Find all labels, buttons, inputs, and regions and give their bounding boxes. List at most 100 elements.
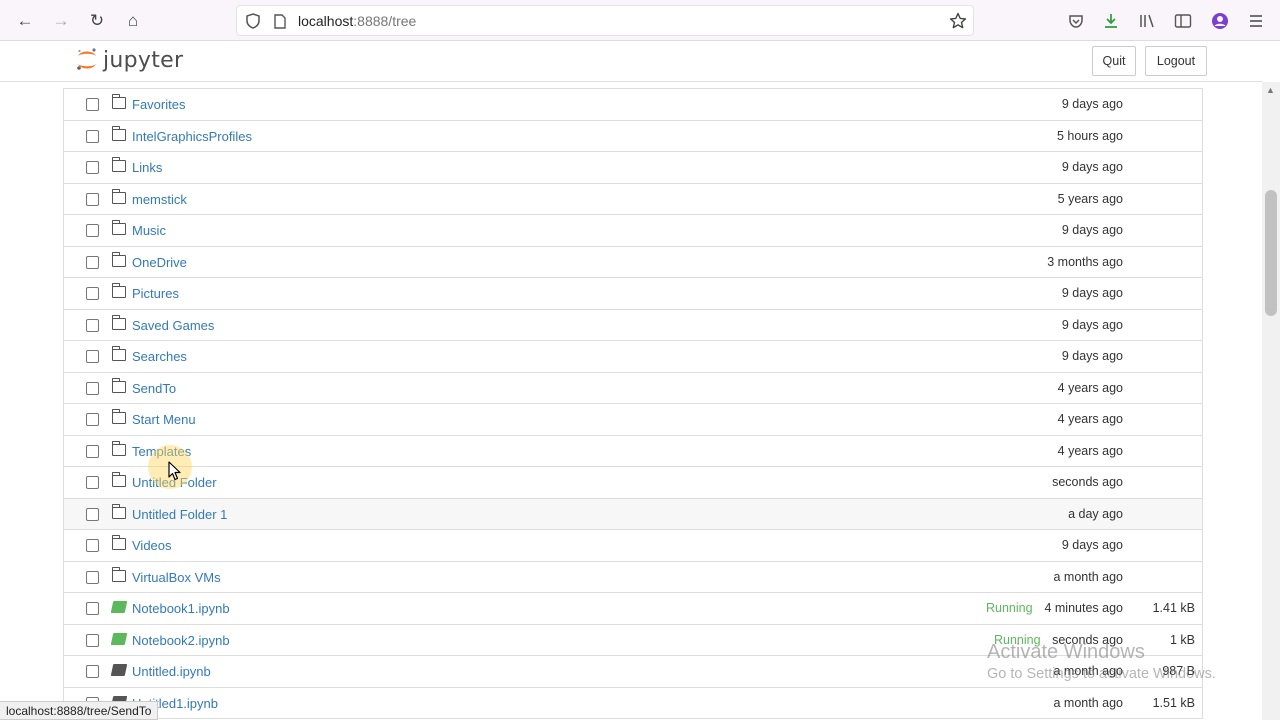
folder-icon (111, 503, 126, 519)
file-name-link[interactable]: VirtualBox VMs (132, 570, 221, 585)
file-name-link[interactable]: Notebook2.ipynb (132, 633, 230, 648)
row-checkbox[interactable] (86, 413, 99, 426)
last-modified: 3 months ago (1047, 254, 1123, 269)
file-row[interactable]: Saved Games 9 days ago (64, 309, 1202, 341)
file-row[interactable]: Templates 4 years ago (64, 435, 1202, 467)
file-row[interactable]: IntelGraphicsProfiles 5 hours ago (64, 120, 1202, 152)
last-modified: 9 days ago (1061, 223, 1123, 237)
file-name-link[interactable]: Saved Games (132, 318, 214, 333)
file-row[interactable]: Untitled1.ipynb a month ago 1.51 kB (64, 687, 1202, 719)
row-checkbox[interactable] (86, 539, 99, 552)
sidebar-icon[interactable] (1172, 10, 1194, 32)
last-modified: a month ago (1053, 569, 1124, 584)
file-row[interactable]: Start Menu 4 years ago (64, 404, 1202, 436)
file-size: 1 kB (1169, 632, 1195, 647)
file-name-link[interactable]: Favorites (132, 97, 185, 112)
folder-icon (111, 440, 126, 456)
file-row[interactable]: Untitled Folder seconds ago (64, 467, 1202, 499)
jupyter-logo-text: jupyter (103, 47, 184, 73)
jupyter-header: jupyter Quit Logout (0, 41, 1262, 82)
row-checkbox[interactable] (86, 665, 99, 678)
quit-button[interactable]: Quit (1092, 46, 1136, 76)
file-name-link[interactable]: memstick (132, 192, 187, 207)
running-notebook-icon (110, 601, 128, 613)
file-name-link[interactable]: Pictures (132, 286, 179, 301)
row-checkbox[interactable] (86, 444, 99, 458)
link-status-url: localhost:8888/tree/SendTo (0, 701, 159, 720)
menu-icon[interactable] (1245, 10, 1267, 32)
last-modified: 9 days ago (1061, 538, 1123, 552)
row-checkbox[interactable] (86, 602, 99, 615)
file-name-link[interactable]: Untitled.ipynb (132, 664, 211, 679)
file-row[interactable]: VirtualBox VMs a month ago (64, 561, 1202, 593)
last-modified: seconds ago (1052, 475, 1123, 489)
row-checkbox[interactable] (86, 476, 99, 489)
row-checkbox[interactable] (86, 507, 99, 521)
last-modified: 9 days ago (1061, 97, 1123, 111)
last-modified: 4 years ago (1057, 412, 1123, 426)
file-size: 1.51 kB (1152, 695, 1195, 710)
folder-icon (111, 377, 126, 393)
file-name-link[interactable]: Links (132, 160, 162, 175)
row-checkbox[interactable] (86, 381, 99, 395)
file-row[interactable]: Untitled Folder 1 a day ago (64, 498, 1202, 530)
folder-icon (111, 409, 126, 424)
library-icon[interactable] (1137, 10, 1159, 32)
row-checkbox[interactable] (86, 570, 99, 584)
jupyter-logo[interactable]: jupyter (76, 47, 183, 73)
last-modified: 9 days ago (1061, 160, 1123, 174)
file-row[interactable]: Searches 9 days ago (64, 341, 1202, 373)
home-button[interactable]: ⌂ (120, 8, 146, 34)
last-modified: 5 hours ago (1056, 128, 1123, 143)
jupyter-logo-icon (76, 47, 98, 73)
file-name-link[interactable]: Untitled Folder 1 (132, 507, 227, 522)
forward-button[interactable]: → (48, 8, 74, 34)
folder-icon (111, 314, 126, 330)
scrollbar-thumb[interactable] (1265, 190, 1277, 316)
row-checkbox[interactable] (86, 255, 99, 269)
file-name-link[interactable]: Start Menu (132, 412, 196, 427)
scroll-up-arrow-icon[interactable]: ▲ (1266, 85, 1275, 95)
account-icon[interactable] (1209, 10, 1231, 32)
address-bar[interactable]: localhost:8888/tree (236, 5, 974, 36)
file-row[interactable]: SendTo 4 years ago (64, 372, 1202, 404)
file-row[interactable]: Videos 9 days ago (64, 530, 1202, 562)
row-checkbox[interactable] (86, 287, 99, 300)
row-checkbox[interactable] (86, 350, 99, 363)
row-checkbox[interactable] (86, 633, 99, 647)
folder-icon (111, 125, 126, 141)
row-checkbox[interactable] (86, 129, 99, 143)
row-checkbox[interactable] (86, 192, 99, 206)
row-checkbox[interactable] (86, 318, 99, 332)
bookmark-star-icon[interactable] (949, 12, 967, 30)
file-size: 1.41 kB (1152, 601, 1195, 615)
row-checkbox[interactable] (86, 224, 99, 237)
page-scrollbar[interactable]: ▲ (1262, 82, 1280, 720)
row-checkbox[interactable] (86, 98, 99, 111)
reload-button[interactable]: ↻ (84, 8, 110, 34)
row-checkbox[interactable] (86, 161, 99, 174)
back-button[interactable]: ← (12, 8, 38, 34)
file-name-link[interactable]: IntelGraphicsProfiles (132, 129, 252, 144)
file-row[interactable]: memstick 5 years ago (64, 183, 1202, 215)
file-name-link[interactable]: SendTo (132, 381, 176, 396)
file-row[interactable]: Links 9 days ago (64, 152, 1202, 184)
file-row[interactable]: Favorites 9 days ago (64, 89, 1202, 121)
file-row[interactable]: Music 9 days ago (64, 215, 1202, 247)
folder-icon (111, 94, 126, 109)
shield-icon[interactable] (244, 12, 262, 30)
last-modified: a day ago (1068, 506, 1123, 521)
pocket-icon[interactable] (1065, 10, 1087, 32)
file-name-link[interactable]: Videos (132, 538, 172, 553)
file-row[interactable]: Pictures 9 days ago (64, 278, 1202, 310)
file-row[interactable]: OneDrive 3 months ago (64, 246, 1202, 278)
file-name-link[interactable]: OneDrive (132, 255, 187, 270)
file-name-link[interactable]: Searches (132, 349, 187, 364)
file-name-link[interactable]: Notebook1.ipynb (132, 601, 230, 616)
logout-button[interactable]: Logout (1145, 46, 1207, 76)
file-name-link[interactable]: Music (132, 223, 166, 238)
page-icon[interactable] (271, 12, 289, 30)
downloads-icon[interactable] (1100, 10, 1122, 32)
file-row[interactable]: Notebook1.ipynb Running 4 minutes ago 1.41 … (64, 593, 1202, 625)
browser-toolbar: ← → ↻ ⌂ localhost:8888/tree (0, 0, 1280, 41)
